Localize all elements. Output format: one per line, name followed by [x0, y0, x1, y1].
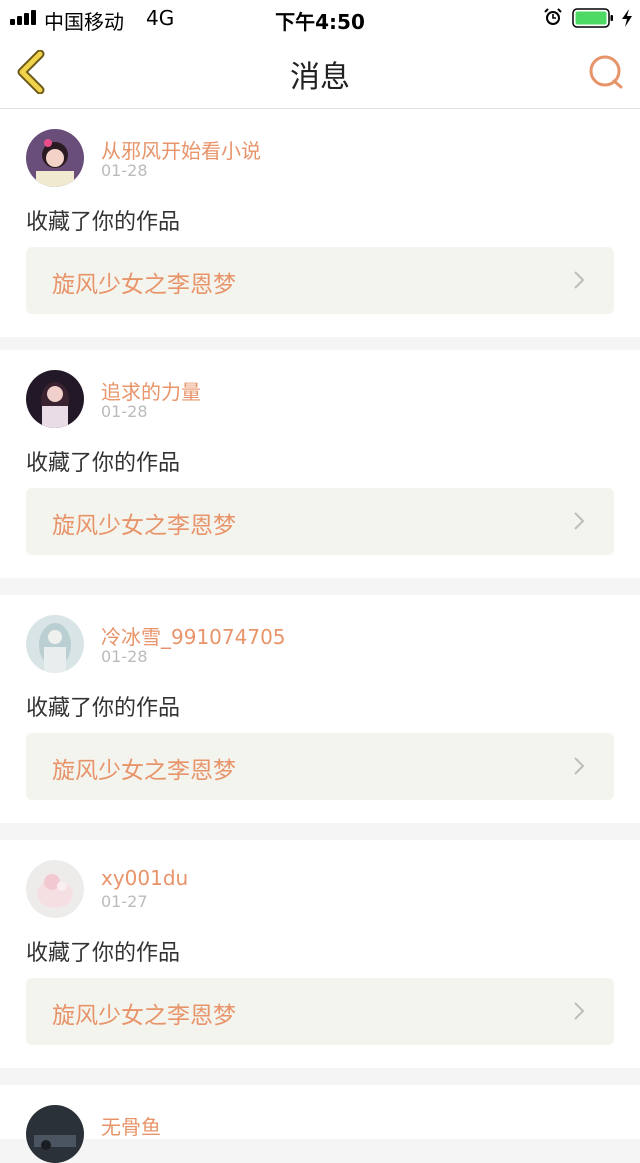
work-title: 旋风少女之李恩梦 [52, 1003, 236, 1029]
work-link[interactable]: 旋风少女之李恩梦 [26, 978, 614, 1045]
chevron-right-icon [574, 757, 585, 775]
message-card: xy001du 01-27 收藏了你的作品 旋风少女之李恩梦 [0, 840, 640, 1068]
user-avatar[interactable] [26, 615, 84, 673]
message-card: 冷冰雪_991074705 01-28 收藏了你的作品 旋风少女之李恩梦 [0, 595, 640, 823]
message-date: 01-28 [101, 647, 148, 666]
charging-bolt-icon [622, 9, 632, 27]
message-date: 01-28 [101, 402, 148, 421]
message-card: 从邪风开始看小说 01-28 收藏了你的作品 旋风少女之李恩梦 [0, 109, 640, 337]
alarm-icon [544, 8, 562, 25]
work-title: 旋风少女之李恩梦 [52, 513, 236, 539]
chevron-right-icon [574, 512, 585, 530]
user-avatar[interactable] [26, 1105, 84, 1163]
action-text: 收藏了你的作品 [26, 210, 181, 235]
user-name-link[interactable]: 从邪风开始看小说 [101, 135, 261, 164]
work-title: 旋风少女之李恩梦 [52, 272, 236, 298]
action-text: 收藏了你的作品 [26, 941, 181, 966]
back-button[interactable] [14, 50, 50, 94]
user-name-link[interactable]: xy001du [101, 866, 188, 890]
action-text: 收藏了你的作品 [26, 451, 181, 476]
work-link[interactable]: 旋风少女之李恩梦 [26, 733, 614, 800]
work-link[interactable]: 旋风少女之李恩梦 [26, 247, 614, 314]
chevron-right-icon [574, 1002, 585, 1020]
status-bar: 中国移动 4G 下午4:50 [0, 0, 640, 34]
user-name-link[interactable]: 无骨鱼 [101, 1111, 161, 1140]
chevron-right-icon [574, 271, 585, 289]
action-text: 收藏了你的作品 [26, 696, 181, 721]
message-date: 01-27 [101, 892, 148, 911]
user-avatar[interactable] [26, 129, 84, 187]
work-link[interactable]: 旋风少女之李恩梦 [26, 488, 614, 555]
battery-icon [572, 8, 613, 28]
user-avatar[interactable] [26, 860, 84, 918]
message-card: 追求的力量 01-28 收藏了你的作品 旋风少女之李恩梦 [0, 350, 640, 578]
nav-bar: 消息 [0, 34, 640, 109]
page-title: 消息 [290, 60, 350, 95]
user-name-link[interactable]: 冷冰雪_991074705 [101, 621, 286, 650]
message-date: 01-28 [101, 161, 148, 180]
user-avatar[interactable] [26, 370, 84, 428]
search-icon[interactable] [586, 52, 626, 92]
message-card: 无骨鱼 [0, 1085, 640, 1163]
work-title: 旋风少女之李恩梦 [52, 758, 236, 784]
user-name-link[interactable]: 追求的力量 [101, 376, 201, 405]
